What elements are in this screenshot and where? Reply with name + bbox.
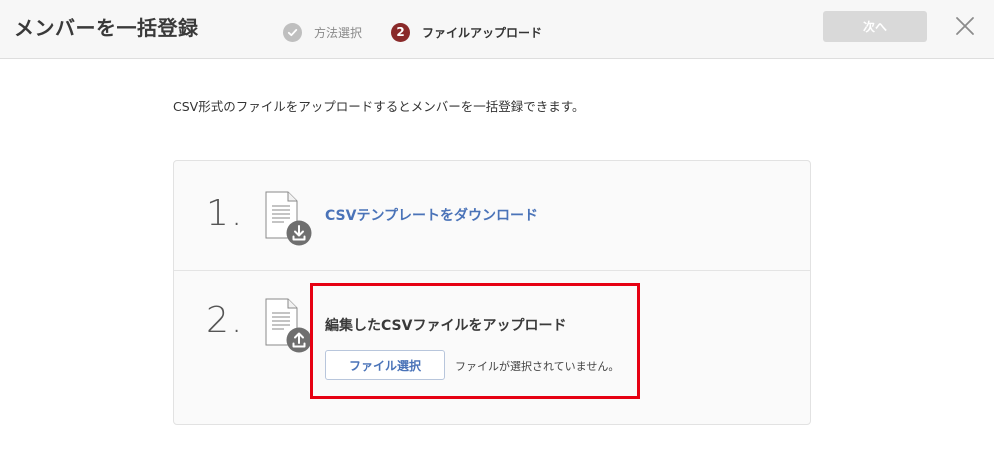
close-button[interactable] xyxy=(951,12,979,40)
step-number: 2. xyxy=(206,300,245,341)
step-file-upload: 2 ファイルアップロード xyxy=(391,22,542,42)
upload-file-icon xyxy=(265,298,312,353)
next-button[interactable]: 次へ xyxy=(823,11,927,42)
step-row-upload: 2. 編集したCSVファイルをアップロード ファイル選択 ファイルが選択されてい… xyxy=(174,270,810,425)
upload-step-title: 編集したCSVファイルをアップロード xyxy=(325,318,567,334)
upload-steps-card: 1. CSVテンプレートをダウンロード 2. 編集したCSVファイルをアップロー… xyxy=(173,160,811,425)
dialog-header: メンバーを一括登録 方法選択 2 ファイルアップロード 次へ xyxy=(0,0,994,59)
step-method-selection: 方法選択 xyxy=(283,22,362,42)
step-label: ファイルアップロード xyxy=(422,25,543,40)
step-label: 方法選択 xyxy=(314,25,363,40)
csv-template-download-link[interactable]: CSVテンプレートをダウンロード xyxy=(325,205,538,225)
step-row-download: 1. CSVテンプレートをダウンロード xyxy=(174,161,810,271)
close-icon xyxy=(956,17,974,35)
file-select-button[interactable]: ファイル選択 xyxy=(325,350,445,380)
step-number: 1. xyxy=(206,193,245,234)
download-file-icon xyxy=(265,191,312,246)
page-title: メンバーを一括登録 xyxy=(14,16,199,40)
instruction-text: CSV形式のファイルをアップロードするとメンバーを一括登録できます。 xyxy=(173,99,585,114)
step-number-badge: 2 xyxy=(391,22,410,42)
bulk-register-dialog: メンバーを一括登録 方法選択 2 ファイルアップロード 次へ CSV形式のファイ… xyxy=(0,0,994,452)
check-icon xyxy=(283,22,302,42)
file-status-text: ファイルが選択されていません。 xyxy=(455,360,620,373)
